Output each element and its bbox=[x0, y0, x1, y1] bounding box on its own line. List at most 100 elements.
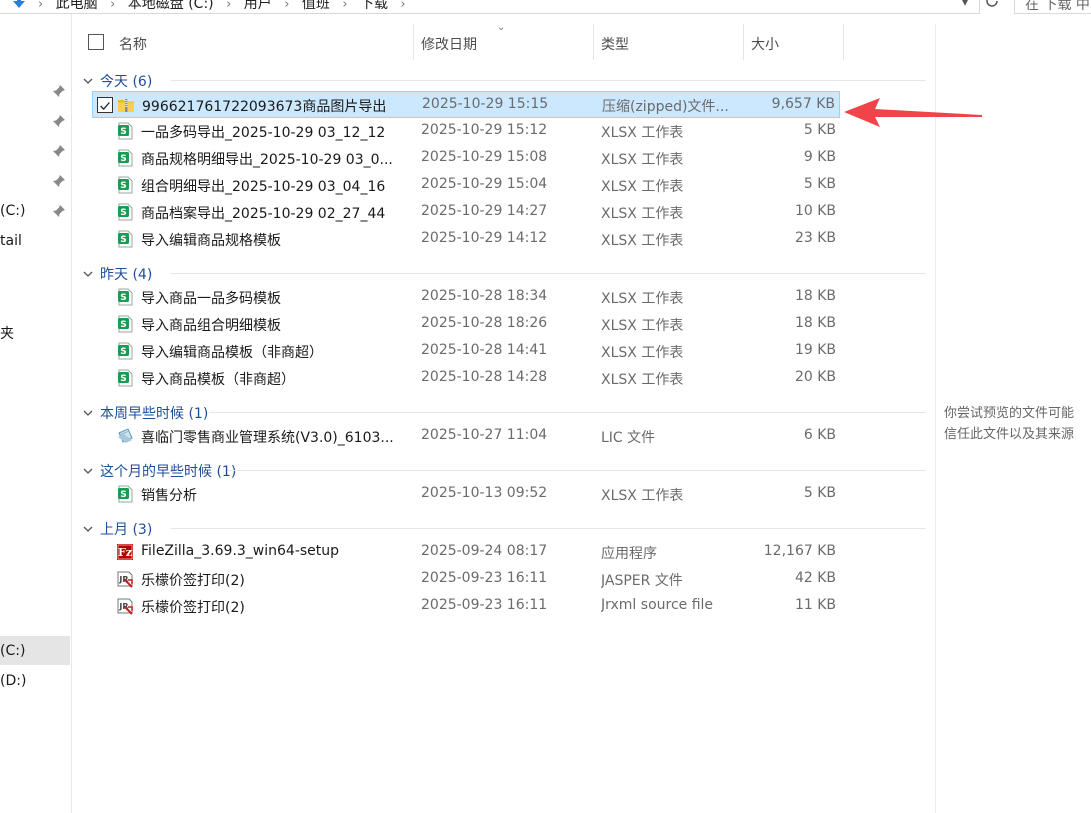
nav-item-detail[interactable]: tail bbox=[0, 233, 22, 249]
annotation-arrow-shape bbox=[844, 98, 982, 127]
group-title: 这个月的早些时候 (1) bbox=[100, 464, 237, 480]
search-input[interactable]: 在 下载 中 bbox=[1014, 0, 1091, 14]
file-name[interactable]: 导入商品组合明细模板 bbox=[141, 315, 411, 335]
svg-text:S: S bbox=[120, 320, 126, 330]
group-collapse-chevron-icon[interactable] bbox=[82, 265, 94, 277]
file-date: 2025-10-29 15:15 bbox=[422, 96, 549, 112]
file-size: 11 KB bbox=[794, 597, 836, 613]
sort-chevron-icon: ⌄ bbox=[497, 22, 506, 33]
nav-item-local-disk-c[interactable]: (C:) bbox=[0, 643, 25, 659]
file-type: XLSX 工作表 bbox=[601, 125, 684, 141]
file-name[interactable]: 组合明细导出_2025-10-29 03_04_16 bbox=[141, 176, 411, 196]
file-row[interactable]: S 商品档案导出_2025-10-29 02_27_44 2025-10-29 14… bbox=[92, 199, 840, 226]
file-size: 5 KB bbox=[803, 176, 836, 192]
column-divider[interactable] bbox=[843, 24, 844, 60]
xlsx-icon: S bbox=[116, 149, 134, 167]
file-row[interactable]: S 导入商品组合明细模板 2025-10-28 18:26 XLSX 工作表 18 KB bbox=[92, 311, 840, 338]
xlsx-icon: S bbox=[116, 485, 134, 503]
navigate-down-icon[interactable] bbox=[10, 0, 28, 13]
select-all-checkbox[interactable] bbox=[88, 34, 104, 50]
group-title: 今天 (6) bbox=[100, 74, 153, 90]
pin-icon[interactable] bbox=[52, 144, 66, 158]
file-name[interactable]: 商品档案导出_2025-10-29 02_27_44 bbox=[141, 203, 411, 223]
breadcrumb-item-local-disk[interactable]: 本地磁盘 (C:) bbox=[128, 0, 214, 13]
file-row[interactable]: S 商品规格明细导出_2025-10-29 03_0... 2025-10-29 1… bbox=[92, 145, 840, 172]
file-size: 23 KB bbox=[794, 230, 836, 246]
breadcrumb-item-user[interactable]: 值班 bbox=[302, 0, 330, 13]
svg-text:S: S bbox=[120, 208, 126, 218]
file-row[interactable]: S 一品多码导出_2025-10-29 03_12_12 2025-10-29 15… bbox=[92, 118, 840, 145]
nav-item-folder[interactable]: 夹 bbox=[0, 323, 14, 343]
xlsx-icon: S bbox=[116, 369, 134, 387]
svg-text:S: S bbox=[120, 181, 126, 191]
file-name[interactable]: 一品多码导出_2025-10-29 03_12_12 bbox=[141, 122, 411, 142]
column-divider[interactable] bbox=[743, 24, 744, 60]
file-row[interactable]: S 导入商品模板（非商超） 2025-10-28 14:28 XLSX 工作表 20 K… bbox=[92, 365, 840, 392]
file-size: 5 KB bbox=[803, 122, 836, 138]
file-name[interactable]: 商品规格明细导出_2025-10-29 03_0... bbox=[141, 149, 411, 169]
file-name[interactable]: 乐檬价签打印(2) bbox=[141, 570, 411, 590]
file-name[interactable]: FileZilla_3.69.3_win64-setup bbox=[141, 543, 411, 559]
file-name[interactable]: 乐檬价签打印(2) bbox=[141, 597, 411, 617]
file-row[interactable]: S 组合明细导出_2025-10-29 03_04_16 2025-10-29 15… bbox=[92, 172, 840, 199]
file-row[interactable]: S 导入商品一品多码模板 2025-10-28 18:34 XLSX 工作表 18 KB bbox=[92, 284, 840, 311]
pin-icon[interactable] bbox=[52, 114, 66, 128]
breadcrumb-item-downloads[interactable]: 下载 bbox=[360, 0, 388, 13]
svg-text:S: S bbox=[120, 374, 126, 384]
file-row[interactable]: JR 乐檬价签打印(2) 2025-09-23 16:11 JASPER 文件 42 K… bbox=[92, 566, 840, 593]
column-divider[interactable] bbox=[413, 24, 414, 60]
file-type: JASPER 文件 bbox=[601, 573, 683, 589]
pin-icon[interactable] bbox=[52, 204, 66, 218]
file-row[interactable]: 喜临门零售商业管理系统(V3.0)_6103... 2025-10-27 11:0… bbox=[92, 423, 840, 450]
column-divider[interactable] bbox=[593, 24, 594, 60]
file-name[interactable]: 销售分析 bbox=[141, 485, 411, 505]
xlsx-icon: S bbox=[116, 203, 134, 221]
column-header-date[interactable]: 修改日期 bbox=[421, 34, 477, 54]
file-name[interactable]: 导入编辑商品规格模板 bbox=[141, 230, 411, 250]
file-row[interactable]: JR 乐檬价签打印(2) 2025-09-23 16:11 Jrxml source … bbox=[92, 593, 840, 620]
file-type: XLSX 工作表 bbox=[601, 233, 684, 249]
nav-item-drive-d[interactable]: (D:) bbox=[0, 673, 26, 689]
row-checkbox[interactable] bbox=[97, 97, 113, 113]
file-row[interactable]: Fz FileZilla_3.69.3_win64-setup 2025-09-24… bbox=[92, 539, 840, 566]
group-divider-line bbox=[171, 528, 926, 529]
breadcrumb-item-this-pc[interactable]: 此电脑 bbox=[56, 0, 98, 13]
file-name[interactable]: 996621761722093673商品图片导出 bbox=[142, 96, 412, 116]
group-collapse-chevron-icon[interactable] bbox=[82, 404, 94, 416]
file-row[interactable]: S 导入编辑商品模板（非商超） 2025-10-28 14:41 XLSX 工作表 19… bbox=[92, 338, 840, 365]
file-row[interactable]: S 导入编辑商品规格模板 2025-10-29 14:12 XLSX 工作表 23 KB bbox=[92, 226, 840, 253]
group-collapse-chevron-icon[interactable] bbox=[82, 72, 94, 84]
navigation-pane: (C:) tail 夹 (C:) (D:) bbox=[0, 14, 72, 813]
file-name[interactable]: 导入商品模板（非商超） bbox=[141, 369, 411, 389]
file-row[interactable]: S 销售分析 2025-10-13 09:52 XLSX 工作表 5 KB bbox=[92, 481, 840, 508]
address-history-chevron-icon[interactable]: ▾ bbox=[962, 0, 968, 9]
file-date: 2025-10-28 18:34 bbox=[421, 288, 548, 304]
refresh-icon[interactable] bbox=[983, 0, 1001, 10]
nav-item-drive-c[interactable]: (C:) bbox=[0, 203, 25, 219]
file-type: Jrxml source file bbox=[601, 597, 714, 613]
file-type: 压缩(zipped)文件... bbox=[602, 99, 729, 115]
breadcrumb-separator: › bbox=[284, 0, 290, 12]
file-size: 6 KB bbox=[803, 427, 836, 443]
file-size: 42 KB bbox=[794, 570, 836, 586]
breadcrumb-item-users[interactable]: 用户 bbox=[244, 0, 272, 13]
column-header-type[interactable]: 类型 bbox=[601, 34, 629, 54]
svg-text:S: S bbox=[120, 293, 126, 303]
file-date: 2025-10-29 15:12 bbox=[421, 122, 548, 138]
column-header-size[interactable]: 大小 bbox=[751, 34, 779, 54]
file-type: 应用程序 bbox=[601, 546, 657, 562]
preview-message-line: 你尝试预览的文件可能 bbox=[944, 406, 1075, 421]
pin-icon[interactable] bbox=[52, 174, 66, 188]
filezilla-icon: Fz bbox=[116, 543, 134, 561]
address-bar[interactable]: › 此电脑 › 本地磁盘 (C:) › 用户 › 值班 › 下载 › ▾ bbox=[0, 0, 980, 14]
group-collapse-chevron-icon[interactable] bbox=[82, 462, 94, 474]
group-collapse-chevron-icon[interactable] bbox=[82, 520, 94, 532]
xlsx-icon: S bbox=[116, 342, 134, 360]
file-date: 2025-10-29 14:27 bbox=[421, 203, 548, 219]
file-row-selected[interactable]: 996621761722093673商品图片导出 2025-10-29 15:15… bbox=[92, 91, 840, 118]
pin-icon[interactable] bbox=[52, 84, 66, 98]
file-name[interactable]: 导入编辑商品模板（非商超） bbox=[141, 342, 411, 362]
file-name[interactable]: 喜临门零售商业管理系统(V3.0)_6103... bbox=[141, 427, 411, 447]
column-header-name[interactable]: 名称 bbox=[119, 34, 147, 54]
file-name[interactable]: 导入商品一品多码模板 bbox=[141, 288, 411, 308]
